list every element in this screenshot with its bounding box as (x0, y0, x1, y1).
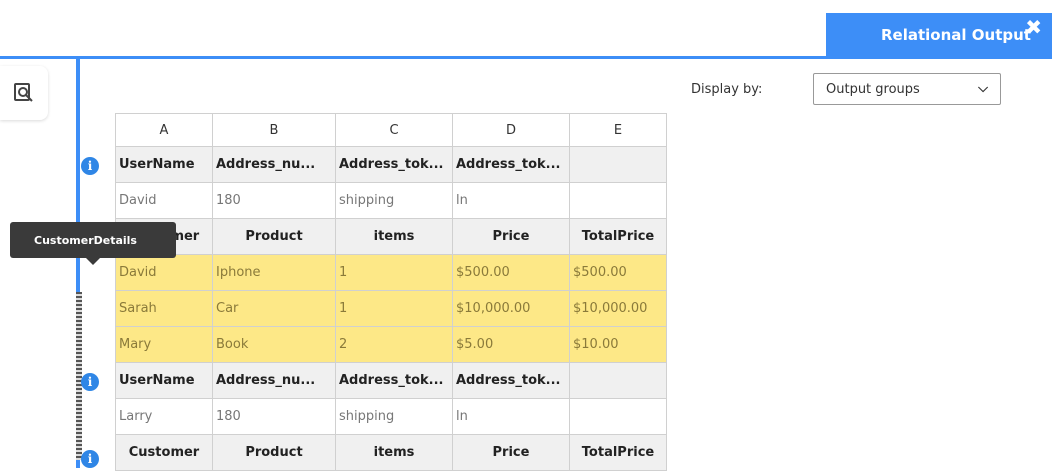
tab-underline (0, 56, 1052, 59)
header-cell[interactable]: Address_tok... (452, 146, 570, 183)
tooltip-text: CustomerDetails (34, 233, 137, 247)
header-cell[interactable]: Address_tok... (335, 146, 453, 183)
close-icon[interactable]: ✖ (1025, 17, 1042, 37)
cell[interactable]: $5.00 (452, 326, 570, 363)
cell[interactable]: Car (212, 290, 336, 327)
table-row: Larry 180 shipping ln (115, 398, 667, 435)
header-cell[interactable]: UserName (115, 362, 213, 399)
header-row: UserName Address_nu... Address_tok... Ad… (115, 146, 667, 183)
cell[interactable]: Iphone (212, 254, 336, 291)
header-cell[interactable]: Customer (115, 434, 213, 471)
column-letter: D (452, 113, 570, 147)
zoom-button[interactable] (0, 66, 48, 120)
group-tooltip: CustomerDetails (10, 222, 176, 265)
header-cell[interactable]: Address_nu... (212, 362, 336, 399)
cell[interactable]: shipping (335, 182, 453, 219)
scroll-handle[interactable] (76, 292, 82, 460)
cell[interactable]: 180 (212, 398, 336, 435)
info-icon[interactable]: i (81, 373, 99, 391)
column-letter: A (115, 113, 213, 147)
header-cell[interactable]: Address_tok... (335, 362, 453, 399)
header-cell[interactable]: UserName (115, 146, 213, 183)
table-row: David 180 shipping ln (115, 182, 667, 219)
column-letter-row: A B C D E (115, 113, 667, 147)
header-row: UserName Address_nu... Address_tok... Ad… (115, 362, 667, 399)
cell[interactable]: Mary (115, 326, 213, 363)
header-row: Customer Product items Price TotalPrice (115, 434, 667, 471)
cell[interactable]: $10,000.00 (569, 290, 667, 327)
table-row: Mary Book 2 $5.00 $10.00 (115, 326, 667, 363)
cell[interactable]: $500.00 (452, 254, 570, 291)
cell[interactable]: 1 (335, 290, 453, 327)
header-row: Customer Product items Price TotalPrice (115, 218, 667, 255)
cell[interactable]: Book (212, 326, 336, 363)
chevron-down-icon: ⌵ (978, 81, 988, 96)
display-by-label: Display by: (691, 82, 763, 97)
cell[interactable]: David (115, 254, 213, 291)
cell[interactable]: 1 (335, 254, 453, 291)
table-row: Sarah Car 1 $10,000.00 $10,000.00 (115, 290, 667, 327)
header-cell[interactable]: items (335, 218, 453, 255)
display-by-value: Output groups (826, 81, 920, 97)
cell[interactable]: ln (452, 398, 570, 435)
cell[interactable]: 180 (212, 182, 336, 219)
cell[interactable] (569, 182, 667, 219)
cell[interactable]: $500.00 (569, 254, 667, 291)
tab-title: Relational Output (881, 25, 1031, 44)
cell[interactable]: shipping (335, 398, 453, 435)
cell[interactable]: David (115, 182, 213, 219)
header-cell[interactable] (569, 362, 667, 399)
cell[interactable]: $10,000.00 (452, 290, 570, 327)
header-cell[interactable]: Price (452, 434, 570, 471)
zoom-search-icon (14, 83, 33, 102)
table-row: David Iphone 1 $500.00 $500.00 (115, 254, 667, 291)
column-letter: C (335, 113, 453, 147)
header-cell[interactable]: Price (452, 218, 570, 255)
header-cell[interactable]: TotalPrice (569, 434, 667, 471)
cell[interactable]: Sarah (115, 290, 213, 327)
info-icon[interactable]: i (81, 450, 99, 468)
info-icon[interactable]: i (81, 157, 99, 175)
cell[interactable]: Larry (115, 398, 213, 435)
header-cell[interactable]: items (335, 434, 453, 471)
column-letter: E (569, 113, 667, 147)
cell[interactable] (569, 398, 667, 435)
cell[interactable]: ln (452, 182, 570, 219)
header-cell[interactable]: Address_tok... (452, 362, 570, 399)
header-cell[interactable]: TotalPrice (569, 218, 667, 255)
header-cell[interactable]: Product (212, 434, 336, 471)
cell[interactable]: $10.00 (569, 326, 667, 363)
header-cell[interactable]: Address_nu... (212, 146, 336, 183)
column-letter: B (212, 113, 336, 147)
relational-output-tab[interactable]: Relational Output ✖ (826, 13, 1052, 56)
output-grid: A B C D E UserName Address_nu... Address… (115, 113, 667, 471)
header-cell[interactable]: Product (212, 218, 336, 255)
display-by-select[interactable]: Output groups ⌵ (813, 73, 1001, 105)
header-cell[interactable] (569, 146, 667, 183)
cell[interactable]: 2 (335, 326, 453, 363)
